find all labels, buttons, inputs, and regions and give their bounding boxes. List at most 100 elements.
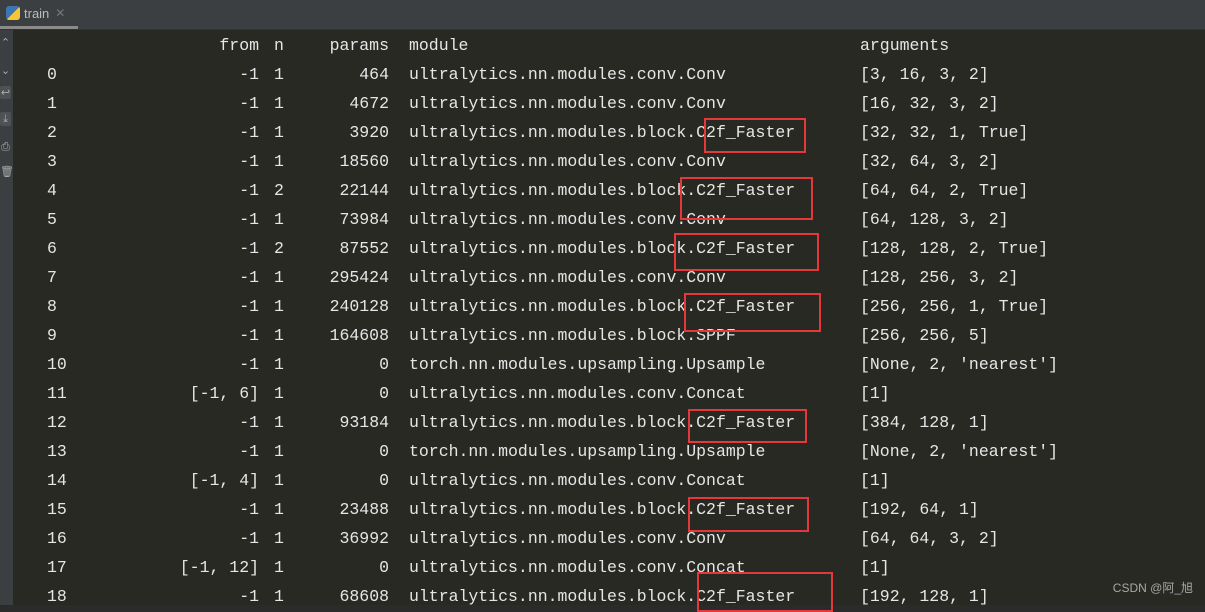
row-params: 87552 <box>293 234 389 263</box>
row-arguments: [64, 128, 3, 2] <box>860 205 1009 234</box>
row-module: ultralytics.nn.modules.conv.Concat <box>409 379 746 408</box>
row-from: -1 <box>13 234 259 263</box>
row-module: ultralytics.nn.modules.conv.Conv <box>409 205 726 234</box>
trash-icon[interactable]: 🗑 <box>0 165 11 178</box>
row-n: 1 <box>274 147 284 176</box>
row-from: -1 <box>13 89 259 118</box>
table-row: 16-1136992ultralytics.nn.modules.conv.Co… <box>13 524 1203 553</box>
header-params: params <box>293 31 389 60</box>
close-icon[interactable]: ✕ <box>55 6 65 20</box>
row-from: -1 <box>13 176 259 205</box>
row-params: 295424 <box>293 263 389 292</box>
row-from: [-1, 12] <box>13 553 259 582</box>
row-n: 1 <box>274 118 284 147</box>
table-row: 7-11295424ultralytics.nn.modules.conv.Co… <box>13 263 1203 292</box>
up-arrow-icon[interactable]: ⌃ <box>0 36 11 49</box>
row-module: ultralytics.nn.modules.conv.Conv <box>409 89 726 118</box>
table-row: 1-114672ultralytics.nn.modules.conv.Conv… <box>13 89 1203 118</box>
row-from: -1 <box>13 524 259 553</box>
watermark: CSDN @阿_旭 <box>1113 579 1193 596</box>
row-n: 1 <box>274 582 284 611</box>
table-row: 0-11464ultralytics.nn.modules.conv.Conv[… <box>13 60 1203 89</box>
row-from: -1 <box>13 118 259 147</box>
tab-label: train <box>24 6 49 21</box>
row-params: 22144 <box>293 176 389 205</box>
row-params: 464 <box>293 60 389 89</box>
row-params: 3920 <box>293 118 389 147</box>
row-arguments: [None, 2, 'nearest'] <box>860 437 1058 466</box>
row-from: -1 <box>13 582 259 611</box>
python-icon <box>6 6 20 20</box>
row-arguments: [192, 64, 1] <box>860 495 979 524</box>
table-header: from n params module arguments <box>13 31 1203 60</box>
tab-train[interactable]: train ✕ <box>0 0 78 29</box>
table-row: 14[-1, 4]10ultralytics.nn.modules.conv.C… <box>13 466 1203 495</box>
soft-wrap-icon[interactable]: ↩ <box>0 86 11 99</box>
row-n: 1 <box>274 60 284 89</box>
highlight-box <box>674 233 819 271</box>
table-row: 12-1193184ultralytics.nn.modules.block.C… <box>13 408 1203 437</box>
row-params: 18560 <box>293 147 389 176</box>
row-arguments: [64, 64, 2, True] <box>860 176 1028 205</box>
row-n: 1 <box>274 524 284 553</box>
row-n: 1 <box>274 321 284 350</box>
row-params: 0 <box>293 437 389 466</box>
row-params: 73984 <box>293 205 389 234</box>
row-module: torch.nn.modules.upsampling.Upsample <box>409 350 765 379</box>
row-module: ultralytics.nn.modules.conv.Conv <box>409 147 726 176</box>
row-params: 68608 <box>293 582 389 611</box>
row-arguments: [3, 16, 3, 2] <box>860 60 989 89</box>
tab-bar: train ✕ <box>0 0 1205 30</box>
table-row: 11[-1, 6]10ultralytics.nn.modules.conv.C… <box>13 379 1203 408</box>
row-params: 164608 <box>293 321 389 350</box>
row-n: 1 <box>274 495 284 524</box>
row-arguments: [256, 256, 1, True] <box>860 292 1048 321</box>
down-arrow-icon[interactable]: ⌄ <box>0 64 11 77</box>
row-arguments: [32, 32, 1, True] <box>860 118 1028 147</box>
row-from: -1 <box>13 205 259 234</box>
row-params: 0 <box>293 553 389 582</box>
row-from: -1 <box>13 147 259 176</box>
row-arguments: [1] <box>860 379 890 408</box>
console-output: from n params module arguments 0 -1 1 464 ul… <box>13 30 1205 605</box>
row-arguments: [128, 128, 2, True] <box>860 234 1048 263</box>
row-from: -1 <box>13 495 259 524</box>
header-n: n <box>274 31 284 60</box>
row-params: 0 <box>293 379 389 408</box>
row-arguments: [256, 256, 5] <box>860 321 989 350</box>
header-module: module <box>409 31 468 60</box>
row-arguments: [384, 128, 1] <box>860 408 989 437</box>
row-params: 0 <box>293 466 389 495</box>
table-row: 2-113920ultralytics.nn.modules.block.C2f… <box>13 118 1203 147</box>
row-module: ultralytics.nn.modules.conv.Concat <box>409 466 746 495</box>
table-row: 13-110torch.nn.modules.upsampling.Upsamp… <box>13 437 1203 466</box>
highlight-box <box>684 293 821 332</box>
highlight-box <box>688 497 809 532</box>
row-params: 4672 <box>293 89 389 118</box>
row-arguments: [128, 256, 3, 2] <box>860 263 1018 292</box>
row-n: 1 <box>274 350 284 379</box>
header-from: from <box>13 31 259 60</box>
row-from: -1 <box>13 321 259 350</box>
scroll-to-end-icon[interactable]: ⤓ <box>0 112 11 126</box>
row-n: 1 <box>274 205 284 234</box>
highlight-box <box>697 572 833 612</box>
row-from: -1 <box>13 437 259 466</box>
row-arguments: [64, 64, 3, 2] <box>860 524 999 553</box>
table-row: 6-1287552ultralytics.nn.modules.block.C2… <box>13 234 1203 263</box>
row-arguments: [32, 64, 3, 2] <box>860 147 999 176</box>
row-params: 23488 <box>293 495 389 524</box>
row-params: 36992 <box>293 524 389 553</box>
row-n: 1 <box>274 437 284 466</box>
row-params: 240128 <box>293 292 389 321</box>
console-toolbar: ⌃ ⌄ ↩ ⤓ ⎙ 🗑 <box>0 30 13 605</box>
table-row: 9-11164608ultralytics.nn.modules.block.S… <box>13 321 1203 350</box>
row-arguments: [1] <box>860 553 890 582</box>
table-row: 3-1118560ultralytics.nn.modules.conv.Con… <box>13 147 1203 176</box>
row-n: 1 <box>274 379 284 408</box>
table-row: 15-1123488ultralytics.nn.modules.block.C… <box>13 495 1203 524</box>
print-icon[interactable]: ⎙ <box>0 140 11 154</box>
row-n: 1 <box>274 89 284 118</box>
row-module: ultralytics.nn.modules.conv.Conv <box>409 60 726 89</box>
row-n: 2 <box>274 234 284 263</box>
